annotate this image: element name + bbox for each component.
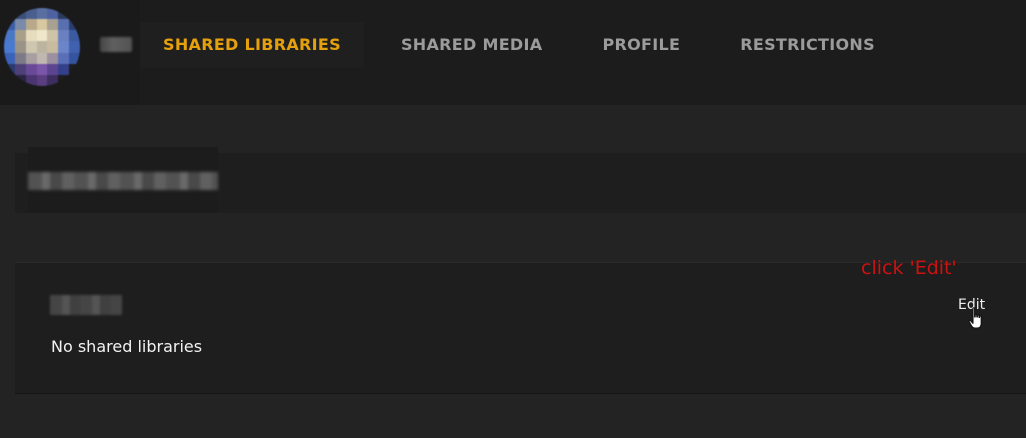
top-navigation-bar: SHARED LIBRARIES SHARED MEDIA PROFILE RE… — [0, 0, 1026, 105]
section-title-blurred — [50, 295, 122, 315]
user-menu[interactable] — [0, 0, 140, 105]
server-name-blurred — [28, 172, 218, 190]
tab-shared-libraries[interactable]: SHARED LIBRARIES — [140, 22, 364, 68]
user-avatar[interactable] — [4, 8, 80, 86]
empty-libraries-message: No shared libraries — [51, 337, 203, 356]
shared-libraries-panel — [15, 262, 1026, 394]
tab-restrictions[interactable]: RESTRICTIONS — [717, 22, 898, 68]
username-blurred — [100, 37, 132, 52]
tab-shared-media[interactable]: SHARED MEDIA — [378, 22, 565, 68]
tab-bar: SHARED LIBRARIES SHARED MEDIA PROFILE RE… — [140, 22, 912, 68]
instruction-annotation: click 'Edit' — [861, 257, 957, 279]
tab-profile[interactable]: PROFILE — [579, 22, 703, 68]
hand-pointer-icon — [968, 307, 982, 329]
